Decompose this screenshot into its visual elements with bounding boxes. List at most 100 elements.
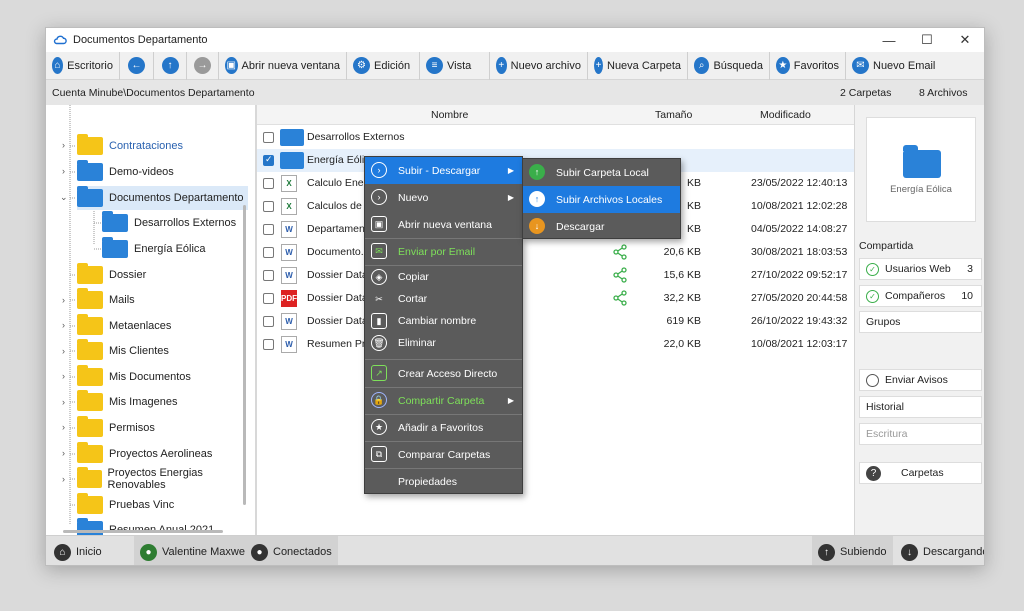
tree-item-metaenlaces[interactable]: Metaenlaces [77, 314, 171, 338]
expand-arrow-icon[interactable]: › [62, 140, 65, 150]
enviar-avisos-button[interactable]: Enviar Avisos [859, 369, 982, 391]
expand-arrow-icon[interactable]: › [62, 371, 65, 381]
row-checkbox[interactable] [263, 293, 274, 304]
historial-button[interactable]: Historial [859, 396, 982, 418]
details-panel: Energía Eólica Compartida ✓ Usuarios Web 3… [854, 105, 984, 535]
list-item[interactable]: Desarrollos Externos [257, 126, 854, 149]
nuevo-archivo-button[interactable]: + Nuevo archivo [490, 51, 588, 80]
tree-item-pruebas-vinc[interactable]: Pruebas Vinc [77, 493, 174, 517]
inicio-button[interactable]: ⌂ Inicio [54, 536, 102, 565]
list-item[interactable]: PDF Dossier Datap 32,2 KB 27/05/2020 20:44… [257, 287, 854, 310]
tree-item-dossier[interactable]: Dossier [77, 263, 146, 287]
companeros-button[interactable]: ✓ Compañeros 10 [859, 285, 982, 307]
expand-arrow-icon[interactable]: › [62, 397, 65, 407]
menu-item-abrir-nueva-ventana[interactable]: ▣ Abrir nueva ventana [365, 211, 522, 238]
tree-item-demo-videos[interactable]: Demo-videos [77, 160, 174, 184]
tree-item-mails[interactable]: Mails [77, 288, 135, 312]
menu-item-copiar[interactable]: ◈ Copiar [365, 266, 522, 288]
busqueda-label: Búsqueda [713, 59, 763, 72]
tree-item-desarrollos-externos[interactable]: Desarrollos Externos [102, 211, 236, 235]
grupos-button[interactable]: Grupos [859, 311, 982, 333]
menu-item-anadir-favoritos[interactable]: ★ Añadir a Favoritos [365, 414, 522, 441]
share-icon[interactable] [612, 267, 628, 283]
menu-item-nuevo[interactable]: › Nuevo ▶ [365, 184, 522, 211]
expand-arrow-icon[interactable]: › [62, 320, 65, 330]
menu-item-descargar[interactable]: ↓ Descargar [523, 213, 680, 240]
nuevo-email-button[interactable]: ✉ Nuevo Email [846, 52, 941, 80]
user-badge[interactable]: ● Valentine Maxwell [134, 536, 256, 565]
folder-icon [77, 442, 103, 463]
tree-item-proyectos-aerolineas[interactable]: Proyectos Aerolineas [77, 442, 212, 466]
expand-arrow-icon[interactable]: › [62, 295, 65, 305]
tree-item-proyectos-energias-renovables[interactable]: Proyectos Energias Renovables [77, 467, 255, 491]
menu-item-subir-archivos-locales[interactable]: ↑ Subir Archivos Locales [523, 186, 680, 213]
tree-item-mis-imagenes[interactable]: Mis Imagenes [77, 390, 177, 414]
list-item[interactable]: W Documento.d 20,6 KB 30/08/2021 18:03:53 [257, 241, 854, 264]
carpetas-button[interactable]: ? Carpetas [859, 462, 982, 484]
row-checkbox[interactable] [263, 270, 274, 281]
menu-item-propiedades[interactable]: Propiedades [365, 468, 522, 495]
menu-item-compartir-carpeta[interactable]: 🔒 Compartir Carpeta ▶ [365, 387, 522, 414]
usuarios-web-button[interactable]: ✓ Usuarios Web 3 [859, 258, 982, 280]
row-checkbox[interactable] [263, 132, 274, 143]
folder-icon [77, 186, 103, 207]
column-header-nombre[interactable]: Nombre [431, 109, 468, 121]
expand-arrow-icon[interactable]: › [62, 422, 65, 432]
busqueda-button[interactable]: ⌕ Búsqueda [688, 51, 770, 80]
row-checkbox[interactable] [263, 201, 274, 212]
forward-button[interactable]: → [187, 51, 219, 80]
tree-item-energia-eolica[interactable]: Energía Eólica [102, 237, 206, 261]
expand-arrow-icon[interactable]: › [62, 166, 65, 176]
vista-button[interactable]: ≡ Vista [420, 51, 490, 80]
menu-item-enviar-por-email[interactable]: ✉ Enviar por Email [365, 238, 522, 265]
toolbar: ⌂ Escritorio ← ↑ → ▣ Abrir nueva ventana ⚙… [46, 51, 984, 80]
menu-item-comparar-carpetas[interactable]: ⧉ Comparar Carpetas [365, 441, 522, 468]
list-item[interactable]: W Dossier Datap 619 KB 26/10/2022 19:43:32 [257, 310, 854, 333]
conectados-button[interactable]: ● Conectados [245, 536, 338, 565]
tree-item-permisos[interactable]: Permisos [77, 416, 155, 440]
close-button[interactable]: ✕ [946, 28, 984, 52]
column-header-tamano[interactable]: Tamaño [655, 109, 692, 121]
descargando-button[interactable]: ↓ Descargando [895, 536, 984, 565]
back-button[interactable]: ← [120, 51, 154, 80]
tree-item-contrataciones[interactable]: Contrataciones [77, 134, 183, 158]
tree-item-documentos-departamento[interactable]: Documentos Departamento [77, 186, 248, 210]
menu-item-crear-acceso-directo[interactable]: ↗ Crear Acceso Directo [365, 360, 522, 387]
edicion-button[interactable]: ⚙ Edición [347, 51, 420, 80]
row-checkbox[interactable] [263, 154, 274, 166]
maximize-button[interactable]: ☐ [908, 28, 946, 52]
list-item[interactable]: W Dossier Datap 15,6 KB 27/10/2022 09:52:1… [257, 264, 854, 287]
nueva-carpeta-button[interactable]: + Nueva Carpeta [588, 51, 688, 80]
tree-horizontal-scrollbar[interactable] [63, 530, 223, 533]
share-icon[interactable] [612, 290, 628, 306]
share-icon[interactable] [612, 244, 628, 260]
tree-item-mis-clientes[interactable]: Mis Clientes [77, 339, 169, 363]
row-checkbox[interactable] [263, 178, 274, 189]
column-header-modificado[interactable]: Modificado [760, 109, 811, 121]
row-checkbox[interactable] [263, 247, 274, 258]
menu-item-eliminar[interactable]: 🗑 Eliminar [365, 332, 522, 354]
file-date: 27/10/2022 09:52:17 [751, 269, 848, 281]
expand-arrow-icon[interactable]: › [62, 474, 65, 484]
minimize-button[interactable]: — [870, 28, 908, 52]
tree-vertical-scrollbar[interactable] [243, 205, 246, 505]
list-item[interactable]: W Resumen Proy 22,0 KB 10/08/2021 12:03:17 [257, 333, 854, 356]
row-checkbox[interactable] [263, 224, 274, 235]
collapse-arrow-icon[interactable]: ⌄ [60, 192, 68, 203]
tree-item-mis-documentos[interactable]: Mis Documentos [77, 365, 191, 389]
row-checkbox[interactable] [263, 316, 274, 327]
abrir-nueva-ventana-button[interactable]: ▣ Abrir nueva ventana [219, 51, 347, 80]
up-button[interactable]: ↑ [154, 51, 187, 80]
escritorio-button[interactable]: ⌂ Escritorio [46, 51, 120, 80]
folder-icon [102, 211, 128, 232]
menu-item-subir-descargar[interactable]: › Subir - Descargar ▶ [365, 157, 522, 184]
subiendo-button[interactable]: ↑ Subiendo [812, 536, 893, 565]
menu-item-subir-carpeta-local[interactable]: ↑ Subir Carpeta Local [523, 159, 680, 186]
row-checkbox[interactable] [263, 339, 274, 350]
menu-item-cambiar-nombre[interactable]: ▮ Cambiar nombre [365, 310, 522, 332]
menu-item-cortar[interactable]: ✂ Cortar [365, 288, 522, 310]
escritura-button[interactable]: Escritura [859, 423, 982, 445]
favoritos-button[interactable]: ★ Favoritos [770, 51, 846, 80]
expand-arrow-icon[interactable]: › [62, 448, 65, 458]
expand-arrow-icon[interactable]: › [62, 346, 65, 356]
